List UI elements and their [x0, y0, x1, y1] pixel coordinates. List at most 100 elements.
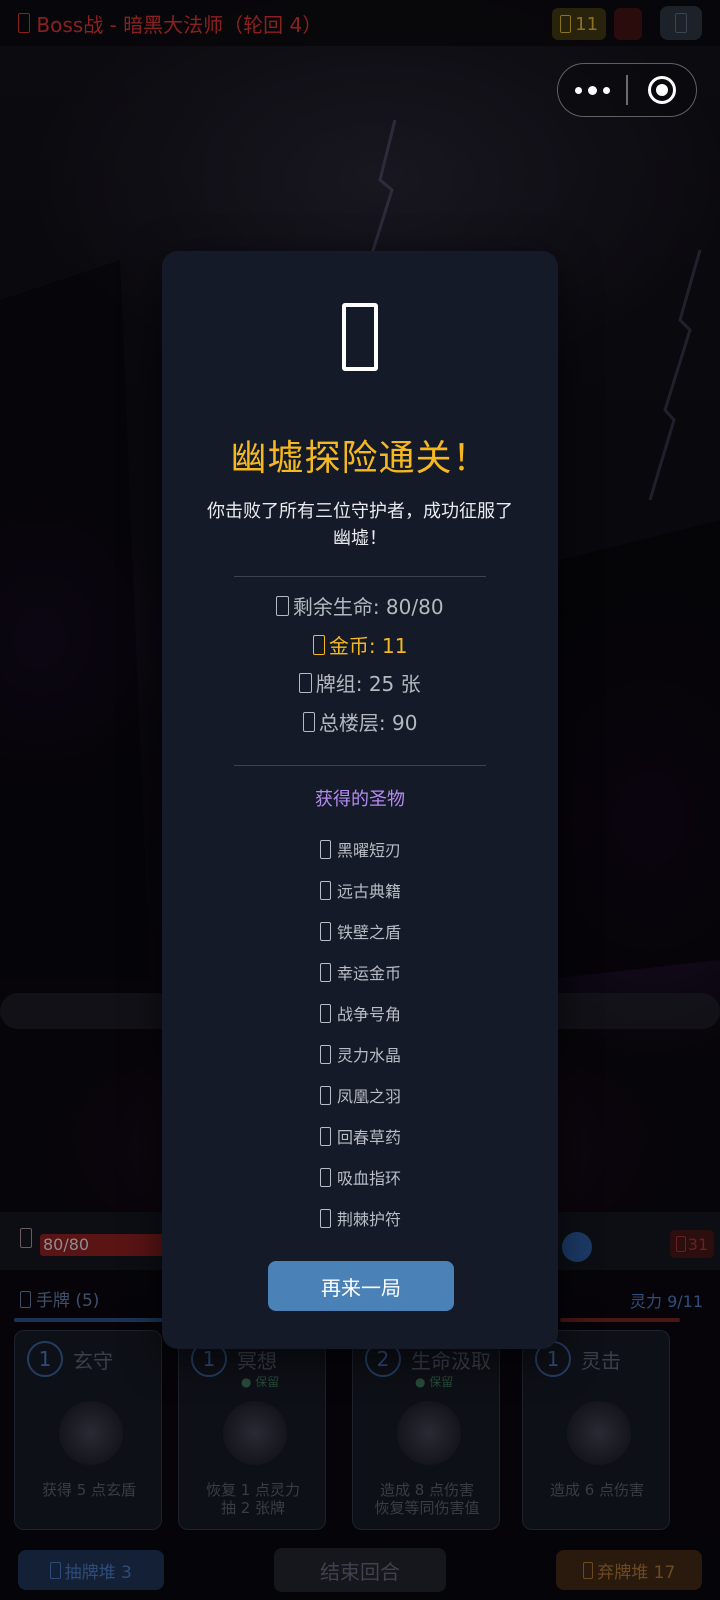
relic-icon — [320, 921, 331, 941]
coin-icon — [312, 635, 325, 656]
trophy-icon — [162, 303, 558, 375]
relic-icon — [320, 839, 331, 859]
card-tag: ● 保留 — [241, 1375, 280, 1389]
player-hp-text: 80/80 — [43, 1235, 90, 1254]
card-desc: 造成 8 点伤害 恢复等同伤害值 — [374, 1481, 480, 1517]
hand-card[interactable]: 1 冥想 ● 保留 恢复 1 点灵力 抽 2 张牌 — [178, 1330, 326, 1530]
card-cost: 1 — [27, 1341, 63, 1377]
energy-orb — [562, 1232, 592, 1262]
relic-name: 远古典籍 — [337, 882, 402, 901]
divider — [234, 576, 486, 577]
heart-icon — [276, 596, 289, 617]
draw-pile-label: 抽牌堆 3 — [64, 1562, 132, 1583]
relic-item: 吸血指环 — [320, 1165, 401, 1189]
enemy-bar — [560, 1318, 680, 1322]
card-art — [397, 1401, 461, 1465]
card-name: 灵击 — [581, 1349, 621, 1373]
discard-pile-label: 弃牌堆 17 — [597, 1562, 676, 1583]
card-name: 生命汲取 — [411, 1349, 491, 1373]
relic-item: 黑曜短刃 — [320, 837, 401, 861]
relic-name: 铁壁之盾 — [337, 923, 402, 942]
stat-deck-text: 牌组: 25 张 — [315, 672, 421, 696]
tower-icon — [302, 712, 315, 733]
sword-icon — [675, 1236, 686, 1252]
target-icon — [647, 76, 676, 104]
stat-gold: 金币: 11 — [162, 630, 558, 659]
cards-icon — [20, 1291, 31, 1309]
relic-icon — [320, 1126, 331, 1146]
relic-name: 凤凰之羽 — [337, 1087, 402, 1106]
relic-item: 回春草药 — [320, 1124, 401, 1148]
stat-deck: 牌组: 25 张 — [162, 668, 558, 697]
relic-item: 远古典籍 — [320, 878, 401, 902]
relic-icon — [320, 1167, 331, 1187]
relic-item: 灵力水晶 — [320, 1042, 401, 1066]
relic-item: 幸运金币 — [320, 960, 401, 984]
card-desc: 造成 6 点伤害 — [549, 1481, 645, 1499]
end-turn-button[interactable]: 结束回合 — [274, 1548, 446, 1592]
hand-card[interactable]: 1 玄守 获得 5 点玄盾 — [14, 1330, 162, 1530]
relic-icon — [320, 1085, 331, 1105]
hand-card[interactable]: 2 生命汲取 ● 保留 造成 8 点伤害 恢复等同伤害值 — [352, 1330, 500, 1530]
stat-hp-text: 剩余生命: 80/80 — [292, 595, 444, 619]
relic-name: 黑曜短刃 — [337, 841, 402, 860]
heart-icon — [20, 1228, 33, 1248]
coin-icon — [559, 15, 572, 33]
relic-icon — [320, 1208, 331, 1228]
enemy-hp-value: 31 — [687, 1234, 709, 1254]
settings-button[interactable] — [660, 6, 702, 40]
gold-value: 11 — [575, 13, 599, 35]
miniprogram-capsule — [557, 63, 697, 117]
card-art — [223, 1401, 287, 1465]
relic-icon — [320, 880, 331, 900]
divider — [234, 765, 486, 766]
gold-counter: 11 — [552, 8, 606, 40]
card-name: 玄守 — [73, 1349, 113, 1373]
hand-label-text: 手牌 (5) — [35, 1291, 100, 1311]
relic-icon — [320, 1044, 331, 1064]
card-art — [59, 1401, 123, 1465]
relic-icon — [320, 1003, 331, 1023]
relic-item: 荆棘护符 — [320, 1206, 401, 1230]
card-desc: 恢复 1 点灵力 抽 2 张牌 — [205, 1481, 301, 1517]
relic-item: 战争号角 — [320, 1001, 401, 1025]
relic-item: 凤凰之羽 — [320, 1083, 401, 1107]
skull-icon — [18, 13, 31, 33]
mana-bar — [14, 1318, 166, 1322]
cards-icon — [299, 673, 312, 694]
discard-pile-button[interactable]: 弃牌堆 17 — [556, 1550, 702, 1590]
mana-label: 灵力 9/11 — [630, 1292, 704, 1311]
draw-pile-button[interactable]: 抽牌堆 3 — [18, 1550, 164, 1590]
enemy-hp-badge: 31 — [670, 1230, 714, 1258]
relic-name: 幸运金币 — [337, 964, 402, 983]
top-bar: Boss战 - 暗黑大法师（轮回 4） — [0, 0, 720, 46]
card-art — [567, 1401, 631, 1465]
card-desc: 获得 5 点玄盾 — [41, 1481, 137, 1499]
relic-icon — [320, 962, 331, 982]
relic-name: 吸血指环 — [337, 1169, 402, 1188]
discard-icon — [582, 1561, 594, 1579]
potion-slot[interactable] — [614, 8, 642, 40]
stat-floors-text: 总楼层: 90 — [318, 711, 418, 735]
victory-subtitle: 你击败了所有三位守护者，成功征服了幽墟！ — [207, 501, 513, 549]
card-tag: ● 保留 — [415, 1375, 454, 1389]
hand-card[interactable]: 1 灵击 造成 6 点伤害 — [522, 1330, 670, 1530]
more-options-button[interactable] — [558, 85, 626, 95]
relic-item: 铁壁之盾 — [320, 919, 401, 943]
relics-title: 获得的圣物 — [315, 789, 405, 810]
stat-gold-text: 金币: 11 — [328, 634, 408, 658]
relic-name: 战争号角 — [337, 1005, 402, 1024]
close-miniprogram-button[interactable] — [628, 76, 696, 104]
relic-name: 荆棘护符 — [337, 1210, 402, 1229]
play-again-button[interactable]: 再来一局 — [268, 1261, 454, 1311]
deck-icon — [50, 1561, 61, 1579]
card-name: 冥想 — [237, 1349, 277, 1373]
stat-floors: 总楼层: 90 — [162, 707, 558, 736]
stat-hp: 剩余生命: 80/80 — [162, 591, 558, 620]
victory-title: 幽墟探险通关！ — [230, 438, 490, 479]
relic-name: 灵力水晶 — [337, 1046, 402, 1065]
hand-label: 手牌 (5) — [20, 1286, 99, 1311]
victory-modal: 幽墟探险通关！ 你击败了所有三位守护者，成功征服了幽墟！ 剩余生命: 80/80… — [162, 251, 558, 1349]
battle-title-text: Boss战 - 暗黑大法师（轮回 4） — [36, 12, 323, 37]
settings-icon — [674, 13, 688, 33]
